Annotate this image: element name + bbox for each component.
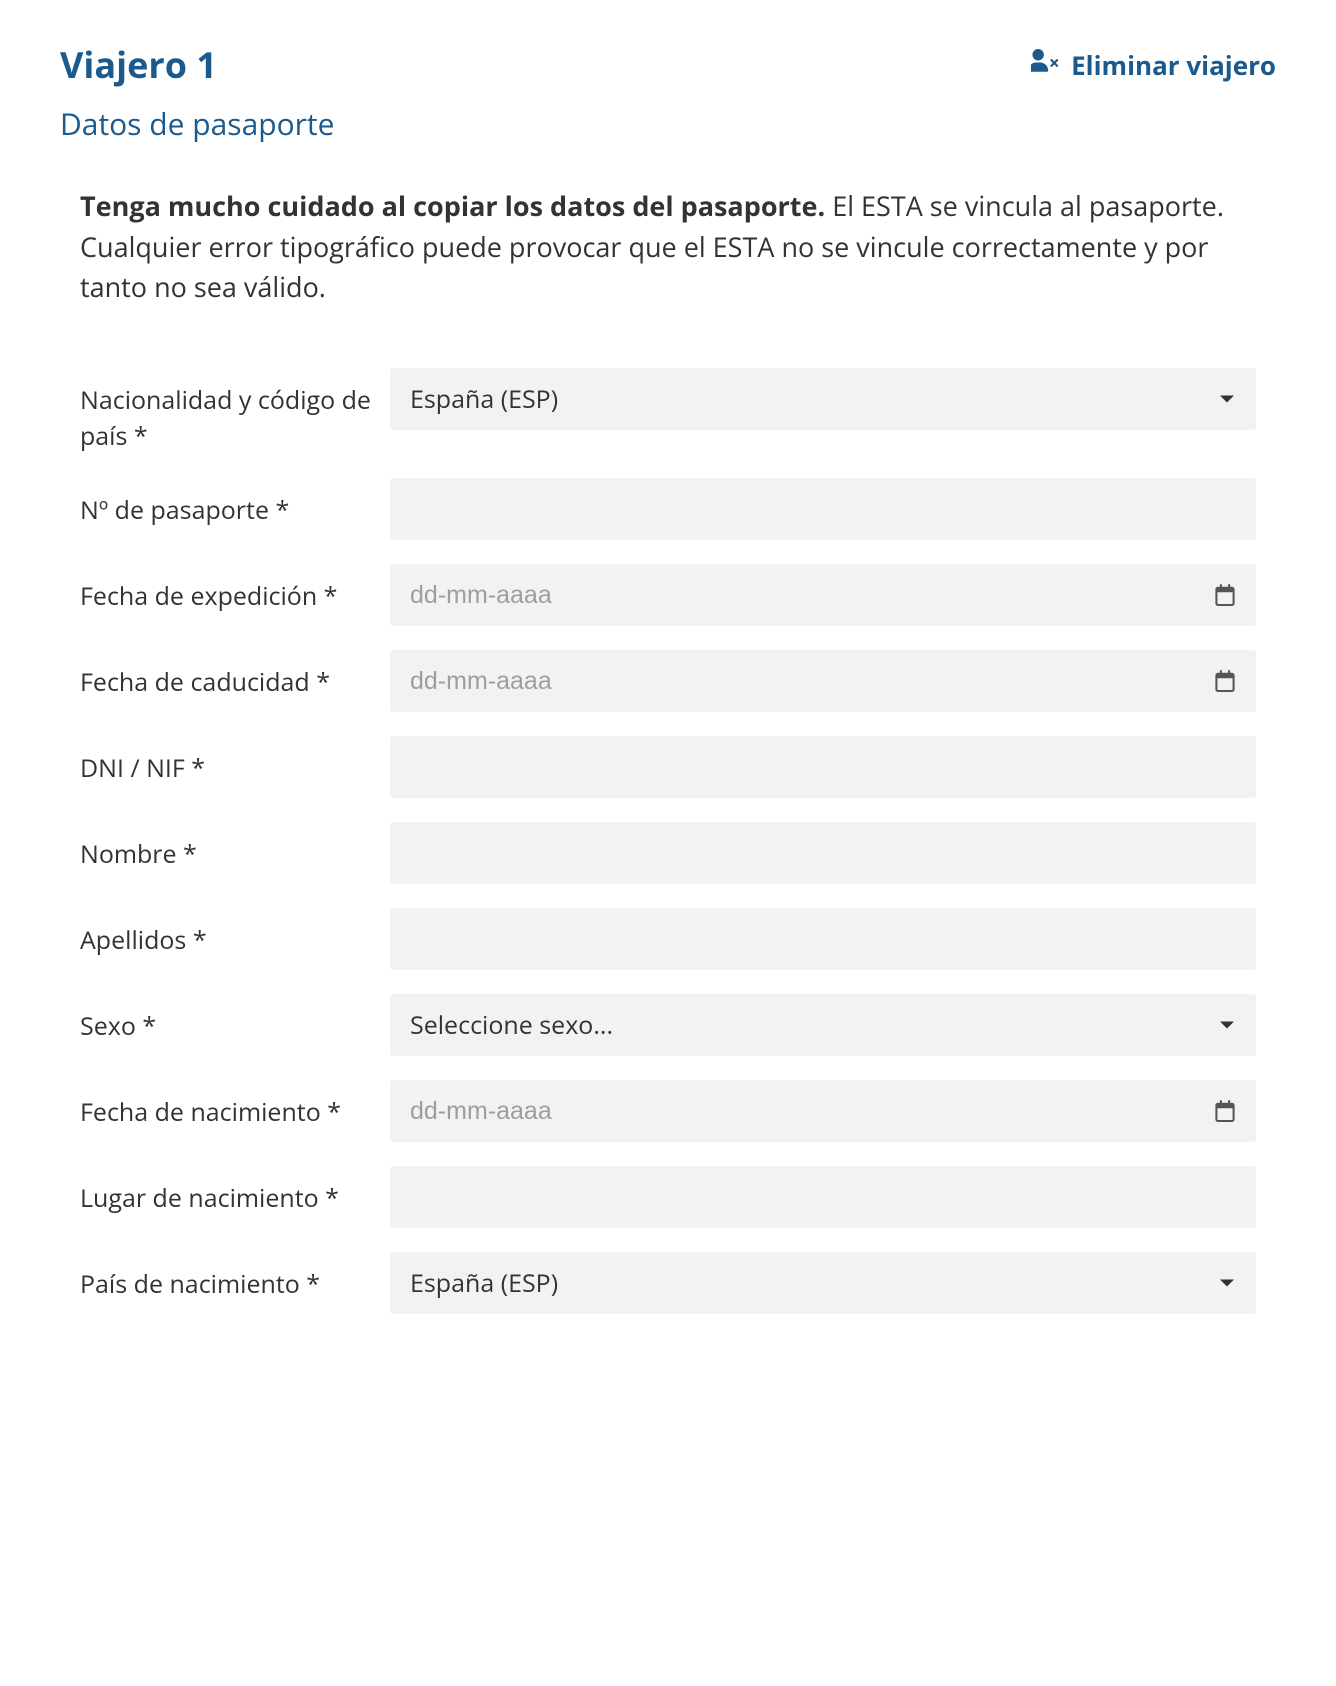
caret-down-icon bbox=[1220, 395, 1234, 402]
last-name-input[interactable] bbox=[390, 908, 1256, 970]
first-name-label: Nombre * bbox=[80, 822, 390, 872]
caret-down-icon bbox=[1220, 1022, 1234, 1029]
caret-down-icon bbox=[1220, 1280, 1234, 1287]
remove-traveler-label: Eliminar viajero bbox=[1071, 47, 1276, 83]
traveler-title: Viajero 1 bbox=[60, 40, 217, 89]
sex-value: Seleccione sexo... bbox=[410, 1008, 1202, 1042]
birth-date-input[interactable] bbox=[390, 1080, 1256, 1142]
birth-place-input[interactable] bbox=[390, 1166, 1256, 1228]
nationality-select[interactable]: España (ESP) bbox=[390, 368, 1256, 430]
dni-input[interactable] bbox=[390, 736, 1256, 798]
sex-label: Sexo * bbox=[80, 994, 390, 1044]
nationality-value: España (ESP) bbox=[410, 382, 1202, 416]
issue-date-input[interactable] bbox=[390, 564, 1256, 626]
sex-select[interactable]: Seleccione sexo... bbox=[390, 994, 1256, 1056]
birth-place-label: Lugar de nacimiento * bbox=[80, 1166, 390, 1216]
remove-traveler-link[interactable]: Eliminar viajero bbox=[1031, 46, 1276, 84]
warning-bold: Tenga mucho cuidado al copiar los datos … bbox=[80, 187, 825, 224]
nationality-label: Nacionalidad y código de país * bbox=[80, 368, 390, 455]
expiry-date-input[interactable] bbox=[390, 650, 1256, 712]
passport-number-input[interactable] bbox=[390, 478, 1256, 540]
user-remove-icon bbox=[1031, 46, 1061, 84]
expiry-date-label: Fecha de caducidad * bbox=[80, 650, 390, 700]
section-subtitle: Datos de pasaporte bbox=[60, 103, 1276, 144]
first-name-input[interactable] bbox=[390, 822, 1256, 884]
passport-number-label: Nº de pasaporte * bbox=[80, 478, 390, 528]
dni-label: DNI / NIF * bbox=[80, 736, 390, 786]
issue-date-label: Fecha de expedición * bbox=[80, 564, 390, 614]
warning-text: Tenga mucho cuidado al copiar los datos … bbox=[80, 186, 1256, 308]
birth-country-select[interactable]: España (ESP) bbox=[390, 1252, 1256, 1314]
last-name-label: Apellidos * bbox=[80, 908, 390, 958]
birth-date-label: Fecha de nacimiento * bbox=[80, 1080, 390, 1130]
birth-country-value: España (ESP) bbox=[410, 1266, 1202, 1300]
birth-country-label: País de nacimiento * bbox=[80, 1252, 390, 1302]
